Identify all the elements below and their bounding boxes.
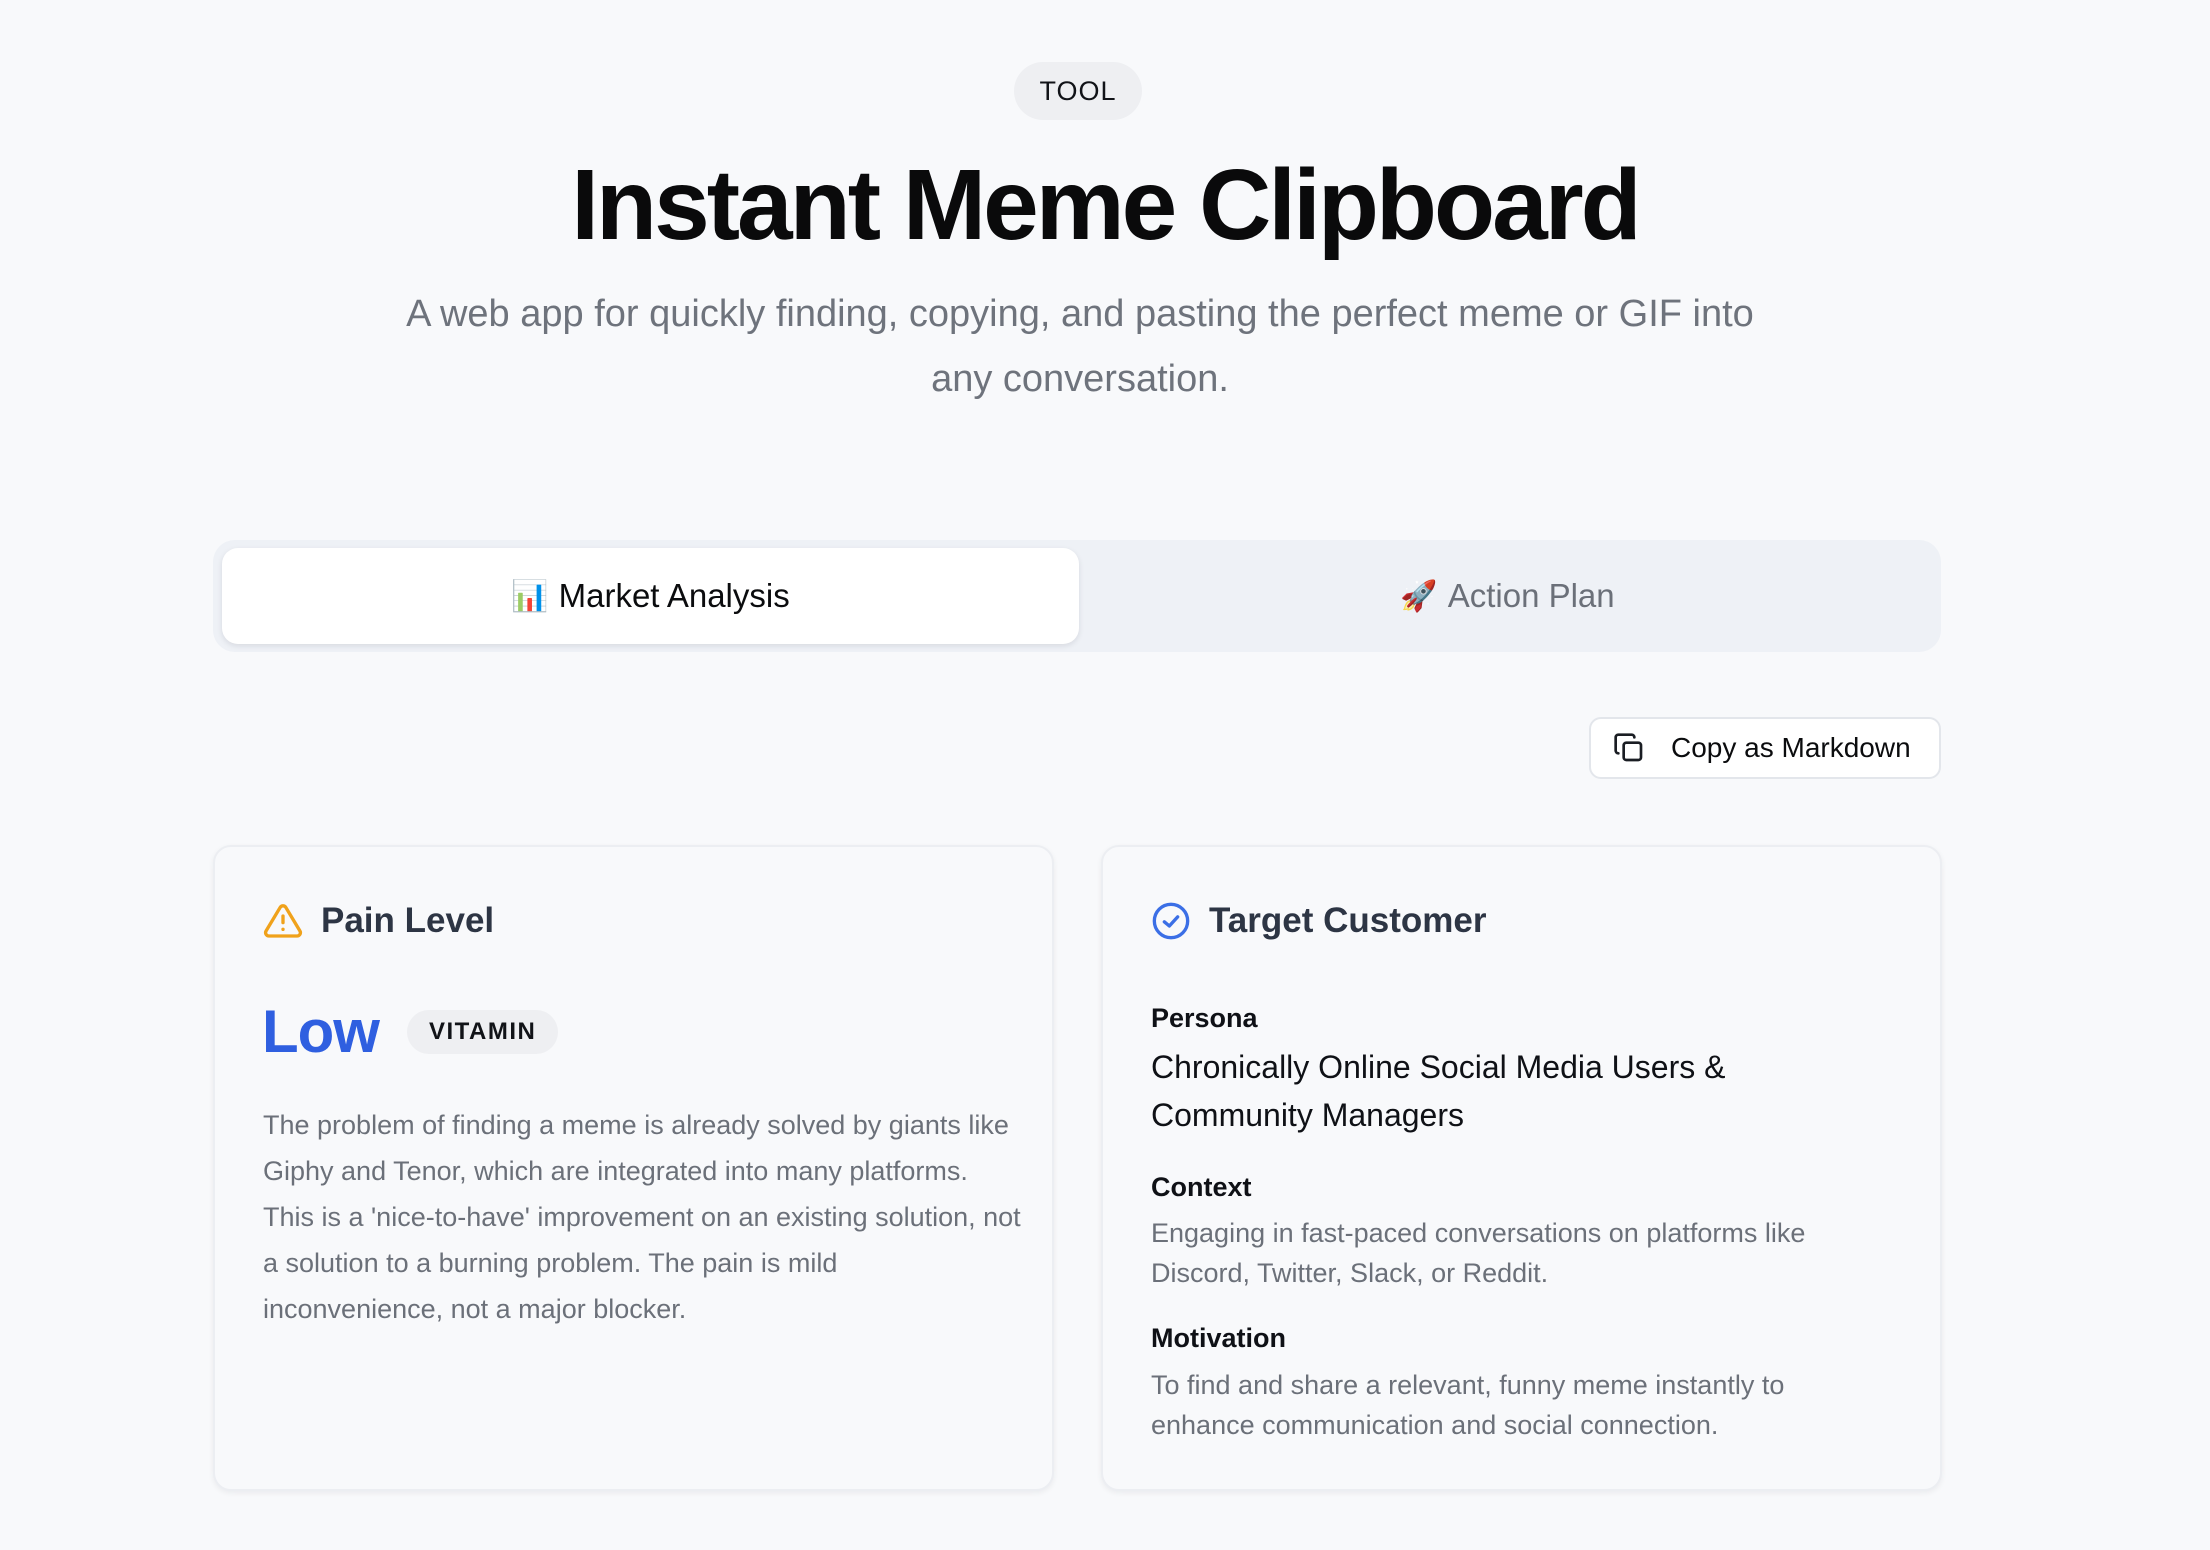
category-badge: TOOL — [1014, 62, 1142, 120]
target-customer-header: Target Customer — [1151, 901, 1486, 941]
motivation-value: To find and share a relevant, funny meme… — [1151, 1370, 1785, 1440]
pain-level-card: Pain Level Low VITAMIN The problem of fi… — [213, 845, 1054, 1491]
page: TOOL Instant Meme Clipboard A web app fo… — [0, 0, 2210, 1550]
bar-chart-icon: 📊 — [511, 579, 549, 613]
warning-triangle-icon — [263, 904, 303, 938]
pain-level-header: Pain Level — [263, 901, 494, 941]
motivation-label: Motivation — [1151, 1323, 1286, 1353]
target-customer-card: Target Customer Persona Chronically Onli… — [1101, 845, 1942, 1491]
tab-label: Action Plan — [1447, 577, 1615, 614]
persona-value: Chronically Online Social Media Users & … — [1151, 1049, 1726, 1133]
pain-level-tag: VITAMIN — [406, 1009, 559, 1054]
context-value: Engaging in fast-paced conversations on … — [1151, 1218, 1806, 1288]
rocket-icon: 🚀 — [1400, 579, 1438, 613]
tab-bar: 📊 Market Analysis 🚀 Action Plan — [213, 540, 1941, 652]
copy-as-markdown-button[interactable]: Copy as Markdown — [1589, 717, 1941, 779]
pain-level-description: The problem of finding a meme is already… — [263, 1110, 1021, 1324]
copy-button-label: Copy as Markdown — [1671, 732, 1911, 763]
tab-label: Market Analysis — [558, 577, 790, 614]
pain-level-title: Pain Level — [321, 901, 495, 940]
target-customer-title: Target Customer — [1209, 901, 1487, 940]
tab-market-analysis[interactable]: 📊 Market Analysis — [222, 548, 1079, 644]
page-subtitle: A web app for quickly finding, copying, … — [406, 293, 1754, 400]
pain-level-value: Low — [262, 998, 380, 1065]
tab-action-plan[interactable]: 🚀 Action Plan — [1079, 548, 1936, 644]
persona-label: Persona — [1151, 1003, 1258, 1033]
page-title: Instant Meme Clipboard — [571, 149, 1641, 261]
copy-icon — [1614, 733, 1643, 762]
check-circle-icon — [1152, 902, 1190, 940]
pain-value-row: Low VITAMIN — [262, 997, 559, 1066]
context-label: Context — [1151, 1172, 1252, 1202]
